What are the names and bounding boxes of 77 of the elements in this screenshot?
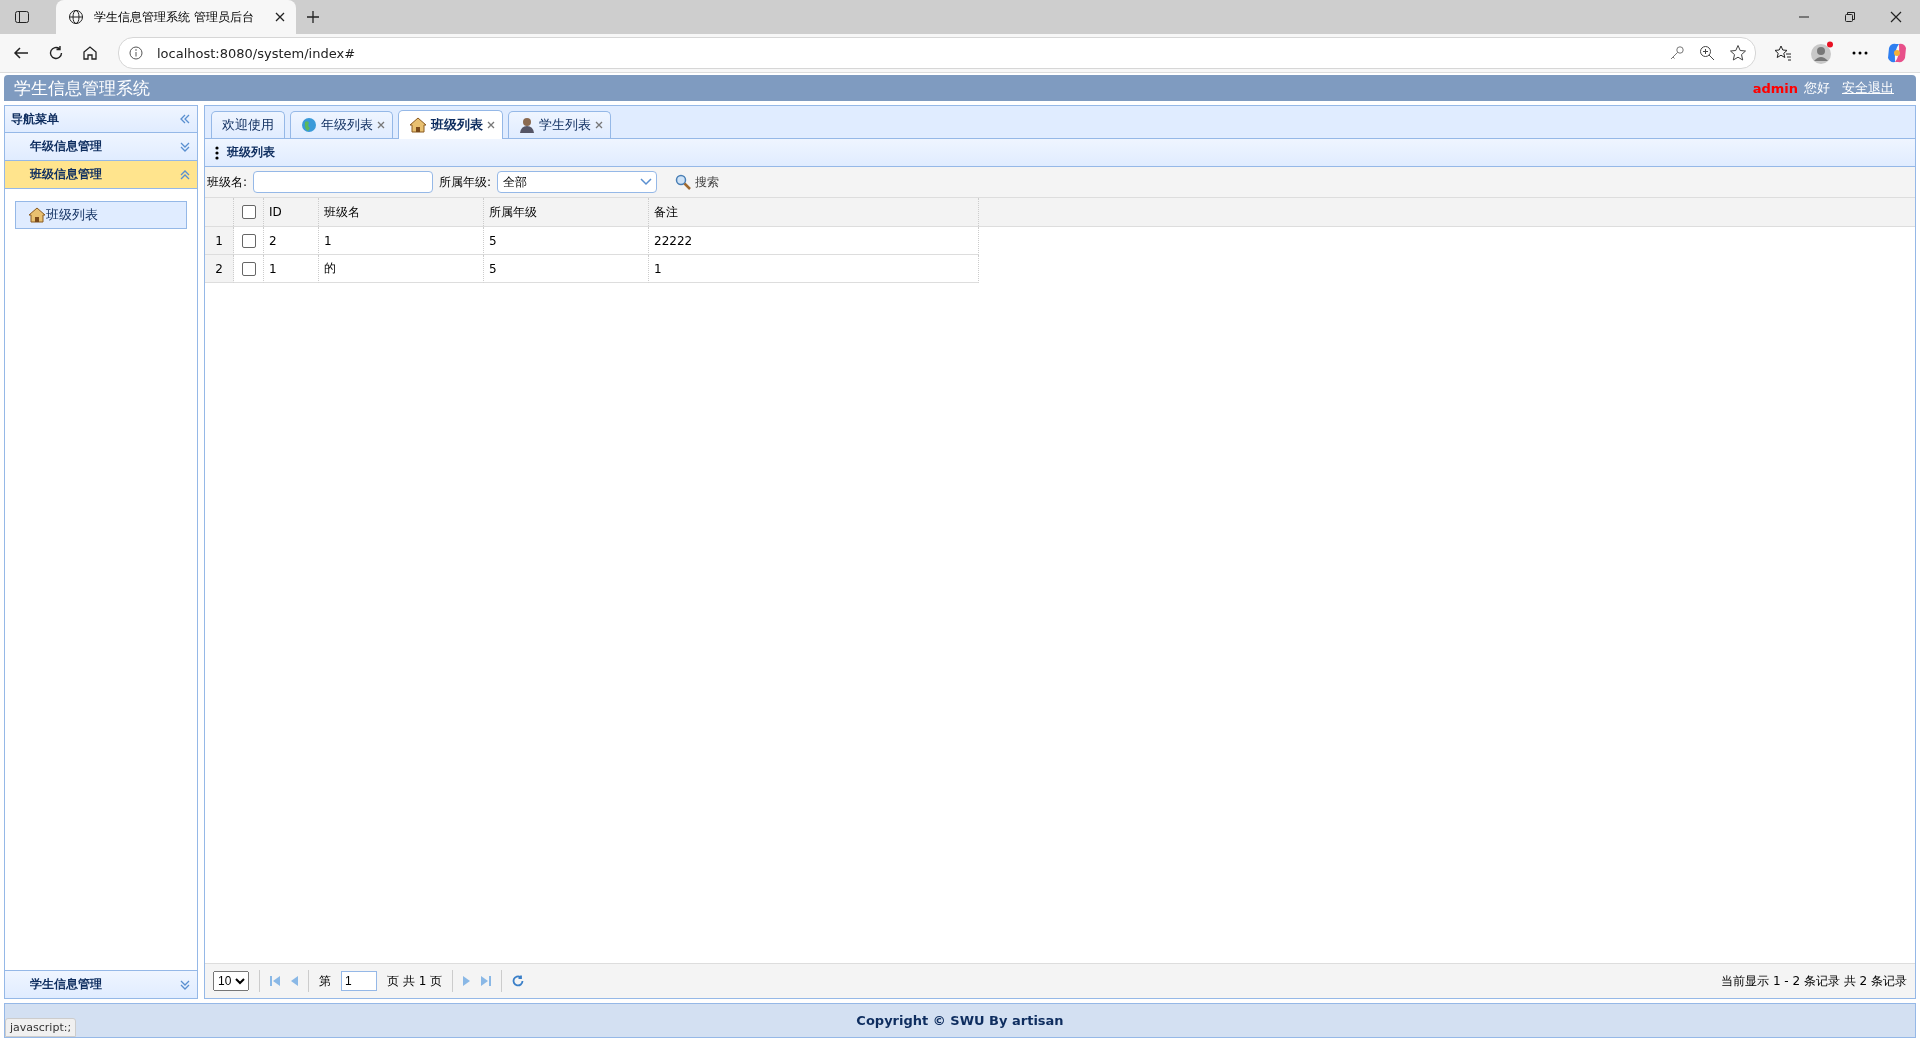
profile-icon[interactable] (1810, 41, 1834, 65)
close-icon[interactable] (1890, 11, 1902, 23)
accordion-header[interactable]: 年级信息管理 (5, 133, 197, 161)
collapse-icon[interactable] (179, 113, 191, 125)
tab[interactable]: 年级列表 (290, 111, 393, 138)
accordion-title: 年级信息管理 (30, 138, 102, 155)
panel-title: 班级列表 (227, 144, 275, 161)
key-icon[interactable] (1669, 45, 1685, 61)
house-icon (409, 117, 427, 133)
page-number-field[interactable]: 1 (341, 971, 377, 991)
chevron-up-icon[interactable] (179, 168, 191, 181)
row-number: 2 (205, 255, 234, 283)
table-cell: 1 (649, 255, 979, 283)
sidebar-title: 导航菜单 (11, 110, 59, 128)
copyright-text: Copyright © SWU By artisan (856, 1013, 1064, 1028)
grade-dropdown[interactable]: 全部 (497, 171, 658, 193)
accordion-title: 学生信息管理 (30, 976, 102, 993)
star-icon[interactable] (1729, 44, 1747, 62)
status-bubble: javascript:; (5, 1018, 77, 1037)
tab[interactable]: 学生列表 (508, 111, 611, 138)
class-name-field[interactable] (253, 171, 434, 193)
refresh-icon[interactable] (48, 45, 64, 61)
favorites-icon[interactable] (1774, 44, 1792, 62)
page-size-select[interactable]: 10 (213, 971, 249, 991)
column-header: 所属年级 (484, 198, 649, 226)
accordion-title: 班级信息管理 (30, 166, 102, 183)
new-tab-icon[interactable] (306, 10, 320, 24)
table-cell: 22222 (649, 227, 979, 255)
person-icon (519, 117, 535, 133)
sidebar-toggle-icon[interactable] (14, 9, 30, 25)
table-cell: 5 (484, 227, 649, 255)
table-cell: 2 (264, 227, 319, 255)
home-icon[interactable] (82, 45, 98, 61)
info-icon (129, 46, 143, 60)
field-label: 班级名: (207, 173, 248, 191)
search-icon (675, 174, 692, 190)
table-cell: 1 (319, 227, 484, 255)
app-title: 学生信息管理系统 (14, 76, 150, 100)
close-icon[interactable] (274, 11, 286, 23)
nav-item[interactable]: 班级列表 (15, 201, 187, 229)
field-label: 所属年级: (439, 173, 492, 191)
pager-text: 第 (319, 972, 331, 990)
row-checkbox[interactable] (241, 261, 256, 276)
more-icon[interactable] (1852, 51, 1868, 55)
accordion-header[interactable]: 学生信息管理 (5, 970, 197, 998)
table-cell: 5 (484, 255, 649, 283)
browser-tab[interactable]: 学生信息管理系统 管理员后台 (56, 0, 296, 34)
house-icon (28, 207, 46, 223)
column-header: ID (264, 198, 319, 226)
restore-icon[interactable] (1844, 11, 1856, 23)
zoom-icon[interactable] (1699, 45, 1715, 61)
select-all-checkbox[interactable] (241, 205, 256, 219)
url-text: localhost:8080/system/index# (157, 45, 356, 61)
greeting-text: 您好 (1804, 79, 1830, 97)
globe-icon (68, 9, 84, 25)
accordion-header[interactable]: 班级信息管理 (5, 161, 197, 189)
column-header: 备注 (649, 198, 979, 226)
menu-icon (215, 145, 219, 160)
column-header: 班级名 (319, 198, 484, 226)
globe-icon (301, 117, 317, 133)
table-cell: 1 (264, 255, 319, 283)
pager-summary: 当前显示 1 - 2 条记录 共 2 条记录 (1721, 972, 1907, 990)
table-cell: 的 (319, 255, 484, 283)
search-button[interactable]: 搜索 (671, 171, 724, 193)
copilot-icon[interactable] (1886, 42, 1908, 64)
address-field[interactable]: localhost:8080/system/index# (118, 37, 1756, 69)
tab[interactable]: 班级列表 (398, 110, 503, 139)
back-icon[interactable] (12, 45, 30, 61)
tab-title: 学生信息管理系统 管理员后台 (94, 8, 255, 26)
chevron-down-icon (640, 178, 653, 186)
pager-text: 页 共 1 页 (387, 972, 443, 990)
chevron-down-icon[interactable] (179, 140, 191, 153)
chevron-down-icon[interactable] (179, 978, 191, 991)
row-checkbox[interactable] (241, 233, 256, 248)
tab[interactable]: 欢迎使用 (211, 111, 285, 138)
username: admin (1752, 80, 1798, 96)
row-number: 1 (205, 227, 234, 255)
